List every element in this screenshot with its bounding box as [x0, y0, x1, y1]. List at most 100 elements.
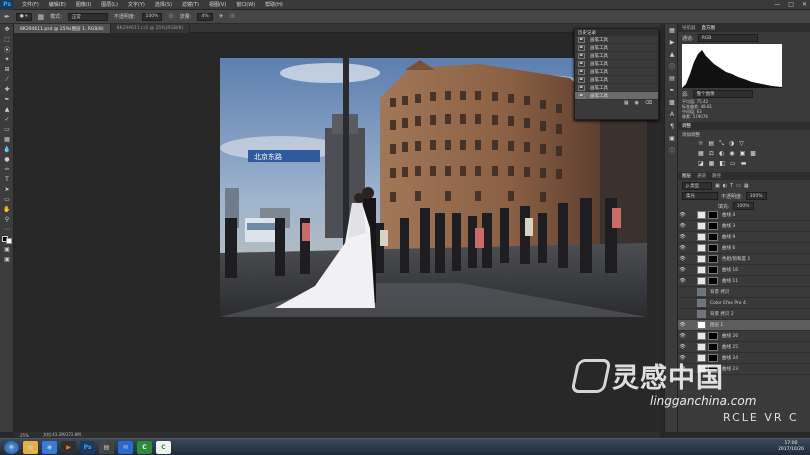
explorer-icon[interactable]: ▦ [23, 440, 38, 454]
blend-mode-select[interactable]: 柔光 [682, 192, 718, 200]
folder-icon[interactable]: ▤ [99, 440, 114, 454]
brightness-icon[interactable]: ☼ [698, 140, 703, 148]
info-circle-icon[interactable]: ⓘ [665, 144, 679, 156]
history-dock-icon[interactable]: ▦ [665, 24, 679, 36]
invert-icon[interactable]: ◪ [698, 160, 704, 167]
layer-row-selected[interactable]: 👁 图层 1 [678, 320, 810, 331]
color-swatches-icon[interactable] [0, 234, 14, 244]
layer-row[interactable]: 👁 曲线 11 [678, 276, 810, 287]
menu-file[interactable]: 文件(F) [22, 1, 39, 8]
layer-row[interactable]: 👁 曲线 26 [678, 331, 810, 342]
minimize-icon[interactable]: — [774, 1, 780, 8]
color-balance-icon[interactable]: ⚖ [709, 150, 714, 157]
path-select-icon[interactable]: ➤ [0, 184, 14, 194]
vibrance-icon[interactable]: ▽ [739, 140, 744, 148]
selective-color-icon[interactable]: ▭ [730, 160, 736, 167]
paragraph-dock-icon[interactable]: ¶ [665, 120, 679, 132]
histogram-dock-icon[interactable]: ▲ [665, 48, 679, 60]
mode-select[interactable]: 正常 [67, 12, 108, 21]
menu-window[interactable]: 窗口(W) [236, 1, 255, 8]
system-clock[interactable]: 17:00 2017/10/26 [778, 441, 804, 453]
menu-image[interactable]: 图像(I) [76, 1, 91, 8]
shape-tool-icon[interactable]: ▭ [0, 194, 14, 204]
eye-icon[interactable]: 👁 [678, 223, 687, 229]
history-item[interactable]: ✒ 画笔工具 [575, 44, 658, 52]
media-icon[interactable]: ▶ [61, 440, 76, 454]
browser-icon[interactable]: ◉ [42, 440, 57, 454]
eye-icon[interactable]: 👁 [678, 245, 687, 251]
history-item-current[interactable]: ✒ 画笔工具 [575, 92, 658, 100]
eye-icon[interactable]: 👁 [678, 333, 687, 339]
hand-tool-icon[interactable]: ✋ [0, 204, 14, 214]
menu-edit[interactable]: 编辑(E) [49, 1, 66, 8]
screen-mode-icon[interactable]: ▣ [0, 254, 14, 264]
eye-icon[interactable]: 👁 [678, 278, 687, 284]
history-item[interactable]: ✒ 画笔工具 [575, 76, 658, 84]
new-document-icon[interactable]: ▦ [624, 100, 629, 106]
brush-tool-icon[interactable]: ✒ [0, 94, 14, 104]
play-action-icon[interactable]: ▶ [665, 36, 679, 48]
channel-select[interactable]: RGB [697, 34, 758, 42]
layer-row[interactable]: Color Efex Pro 4 [678, 298, 810, 309]
eye-icon[interactable]: 👁 [678, 212, 687, 218]
gradient-map-icon[interactable]: ▬ [741, 160, 747, 167]
layer-comps-icon[interactable]: ▣ [665, 132, 679, 144]
info-dock-icon[interactable]: ⓘ [665, 60, 679, 72]
zoom-tool-icon[interactable]: ⚲ [0, 214, 14, 224]
photo-filter-icon[interactable]: ◉ [729, 150, 734, 157]
photoshop-taskbar-icon[interactable]: Ps [80, 440, 95, 454]
layer-row[interactable]: 👁 曲线 6 [678, 243, 810, 254]
threshold-icon[interactable]: ◧ [719, 160, 725, 167]
eye-icon[interactable]: 👁 [678, 322, 687, 328]
hue-sat-icon[interactable]: ▦ [698, 150, 704, 157]
pressure-opacity-icon[interactable]: ☉ [168, 13, 173, 20]
brush-tool-icon[interactable]: ✒ [4, 13, 10, 21]
channel-mixer-icon[interactable]: ▣ [740, 150, 746, 157]
eyedropper-icon[interactable]: ⁄ [0, 74, 14, 84]
start-button-icon[interactable]: ❖ [4, 440, 19, 454]
menu-type[interactable]: 文字(Y) [128, 1, 145, 8]
menu-layer[interactable]: 图层(L) [101, 1, 118, 8]
app-icon[interactable]: ✉ [118, 440, 133, 454]
trash-icon[interactable]: ⌫ [645, 100, 652, 106]
layer-row[interactable]: 👁 曲线 3 [678, 221, 810, 232]
layer-filter-icons[interactable]: ▣◐T▭▦ [715, 183, 752, 189]
type-tool-icon[interactable]: T [0, 174, 14, 184]
quick-mask-icon[interactable]: ▣ [0, 244, 14, 254]
tab-psd[interactable]: 8K294611.psd @ 25%(图层 1, RGB/8) [14, 24, 111, 33]
color-lookup-icon[interactable]: ▩ [750, 150, 756, 157]
layer-row[interactable]: 背景 拷贝 2 [678, 309, 810, 320]
eraser-icon[interactable]: ▭ [0, 124, 14, 134]
pressure-size-icon[interactable]: ☉ [230, 13, 235, 20]
gradient-icon[interactable]: ▦ [0, 134, 14, 144]
history-panel-title[interactable]: 历史记录 [578, 30, 596, 36]
layer-opacity-input[interactable]: 100% [745, 192, 767, 200]
layer-row[interactable]: 👁 曲线 4 [678, 210, 810, 221]
brush-dock-icon[interactable]: ✒ [665, 84, 679, 96]
eye-icon[interactable]: 👁 [678, 344, 687, 350]
menu-select[interactable]: 选择(S) [155, 1, 172, 8]
eye-icon[interactable]: 👁 [678, 234, 687, 240]
bw-icon[interactable]: ◐ [719, 150, 724, 157]
history-item[interactable]: ✒ 画笔工具 [575, 36, 658, 44]
flow-input[interactable]: 4% [197, 12, 213, 21]
tab-paths[interactable]: 路径 [712, 173, 721, 179]
posterize-icon[interactable]: ▦ [709, 160, 715, 167]
adjustments-title[interactable]: 调整 [682, 123, 691, 129]
tab-histogram[interactable]: 直方图 [702, 25, 716, 31]
layer-row[interactable]: 👁 色相/饱和度 1 [678, 254, 810, 265]
zoom-level[interactable]: 25% [20, 433, 29, 438]
properties-dock-icon[interactable]: ▤ [665, 72, 679, 84]
tab-layers[interactable]: 图层 [682, 173, 691, 179]
history-item[interactable]: ✒ 画笔工具 [575, 60, 658, 68]
camtasia-recorder-icon[interactable]: C [156, 440, 171, 454]
source-select[interactable]: 整个图像 [692, 90, 753, 98]
quick-select-icon[interactable]: ✦ [0, 54, 14, 64]
layer-kind-select[interactable]: ρ 类型 [682, 182, 712, 190]
layer-row[interactable]: 👁 曲线 25 [678, 342, 810, 353]
layer-row[interactable]: 👁 曲线 9 [678, 232, 810, 243]
marquee-tool-icon[interactable]: ⬚ [0, 34, 14, 44]
tab-cr2[interactable]: 8K294611.cr2 @ 25%(RGB/8) [110, 24, 191, 33]
layer-row[interactable]: 背景 拷贝 [678, 287, 810, 298]
crop-tool-icon[interactable]: ⊞ [0, 64, 14, 74]
